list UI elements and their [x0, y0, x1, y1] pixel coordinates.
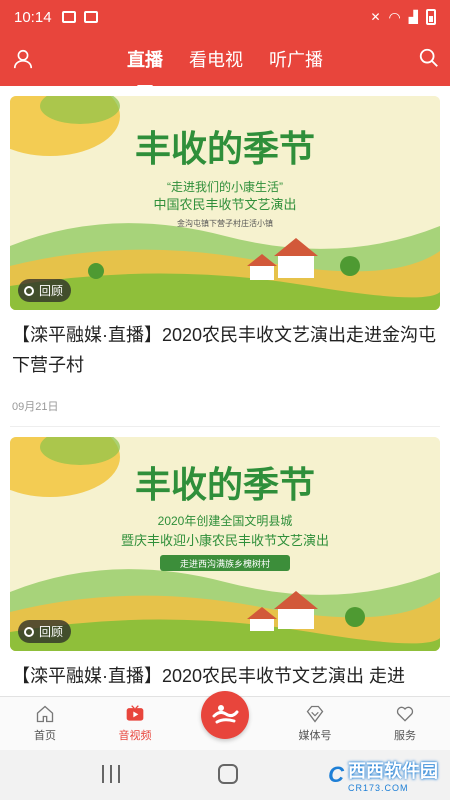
banner-title: 丰收的季节 — [135, 464, 315, 506]
bottom-nav: 首页 音视频 媒体号 服务 — [0, 691, 450, 750]
watermark: C 西西软件园 CR173.COM — [328, 758, 438, 793]
watermark-title: 西西软件园 — [348, 761, 438, 781]
banner-line3: 金沟屯镇下营子村庄活小镇 — [177, 218, 273, 228]
center-action-button[interactable] — [201, 691, 249, 739]
feed-card-title[interactable]: 【滦平融媒·直播】2020农民丰收节文艺演出 走进 — [10, 661, 440, 691]
home-icon — [36, 705, 54, 723]
heart-icon — [396, 706, 414, 722]
app-header: 直播 看电视 听广播 — [0, 34, 450, 88]
app-logo-icon — [212, 705, 239, 724]
replay-icon — [24, 285, 34, 296]
nav-home-label: 首页 — [34, 730, 56, 742]
nav-service[interactable]: 服务 — [360, 697, 450, 750]
nav-media[interactable]: 媒体号 — [270, 697, 360, 750]
nav-service-label: 服务 — [394, 730, 416, 742]
feed-list[interactable]: 丰收的季节 “走进我们的小康生活” 中国农民丰收节文艺演出 金沟屯镇下营子村庄活… — [0, 86, 450, 696]
replay-label: 回顾 — [39, 625, 64, 639]
banner-title: 丰收的季节 — [135, 128, 315, 170]
feed-card-title[interactable]: 【滦平融媒·直播】2020农民丰收文艺演出走进金沟屯下营子村 — [10, 320, 440, 380]
replay-badge: 回顾 — [18, 279, 72, 302]
watermark-subtitle: CR173.COM — [348, 783, 409, 793]
nav-video-label: 音视频 — [118, 730, 152, 742]
feed-card-date: 09月21日 — [10, 398, 440, 427]
feed-thumbnail[interactable]: 丰收的季节 2020年创建全国文明县城 暨庆丰收迎小康农民丰收节文艺演出 走进西… — [10, 437, 440, 651]
status-time: 10:14 — [14, 8, 52, 26]
status-bar: 10:14 ✕ ◠ ▟ — [0, 0, 450, 34]
nav-video[interactable]: 音视频 — [90, 697, 180, 750]
harvest-banner-image: 丰收的季节 “走进我们的小康生活” 中国农民丰收节文艺演出 金沟屯镇下营子村庄活… — [10, 96, 440, 310]
banner-line1: 2020年创建全国文明县城 — [158, 513, 293, 528]
feed-card[interactable]: 丰收的季节 “走进我们的小康生活” 中国农民丰收节文艺演出 金沟屯镇下营子村庄活… — [0, 86, 450, 427]
nav-center — [180, 691, 270, 750]
feed-card[interactable]: 丰收的季节 2020年创建全国文明县城 暨庆丰收迎小康农民丰收节文艺演出 走进西… — [0, 427, 450, 691]
feed-thumbnail[interactable]: 丰收的季节 “走进我们的小康生活” 中国农民丰收节文艺演出 金沟屯镇下营子村庄活… — [10, 96, 440, 310]
search-icon[interactable] — [418, 47, 440, 69]
nav-home[interactable]: 首页 — [0, 697, 90, 750]
status-icons: ✕ ◠ ▟ — [370, 9, 436, 26]
nav-media-label: 媒体号 — [298, 730, 332, 742]
mute-icon: ✕ — [370, 10, 381, 24]
diamond-icon — [306, 705, 324, 723]
harvest-banner-image: 丰收的季节 2020年创建全国文明县城 暨庆丰收迎小康农民丰收节文艺演出 走进西… — [10, 437, 440, 651]
banner-line2: 暨庆丰收迎小康农民丰收节文艺演出 — [121, 533, 329, 548]
replay-badge: 回顾 — [18, 620, 72, 643]
battery-icon — [426, 9, 436, 25]
home-button-icon[interactable] — [218, 764, 238, 784]
tab-radio[interactable]: 听广播 — [269, 46, 323, 74]
tab-tv[interactable]: 看电视 — [189, 46, 243, 74]
notification-icon — [83, 11, 98, 23]
replay-icon — [24, 626, 34, 637]
replay-label: 回顾 — [39, 284, 64, 298]
signal-icon: ▟ — [408, 10, 418, 24]
tab-live[interactable]: 直播 — [127, 46, 163, 88]
recent-apps-icon[interactable] — [102, 765, 120, 783]
top-tabs: 直播 看电视 听广播 — [0, 34, 450, 88]
user-icon[interactable] — [12, 48, 34, 70]
banner-line2: 中国农民丰收节文艺演出 — [153, 197, 296, 212]
video-icon — [126, 705, 144, 721]
banner-line3: 走进西沟满族乡槐树村 — [180, 558, 270, 569]
banner-line1: “走进我们的小康生活” — [167, 179, 283, 194]
wifi-icon: ◠ — [388, 8, 401, 25]
gallery-icon — [61, 11, 76, 23]
system-nav-bar: C 西西软件园 CR173.COM — [0, 750, 450, 800]
watermark-logo: C — [328, 762, 344, 787]
